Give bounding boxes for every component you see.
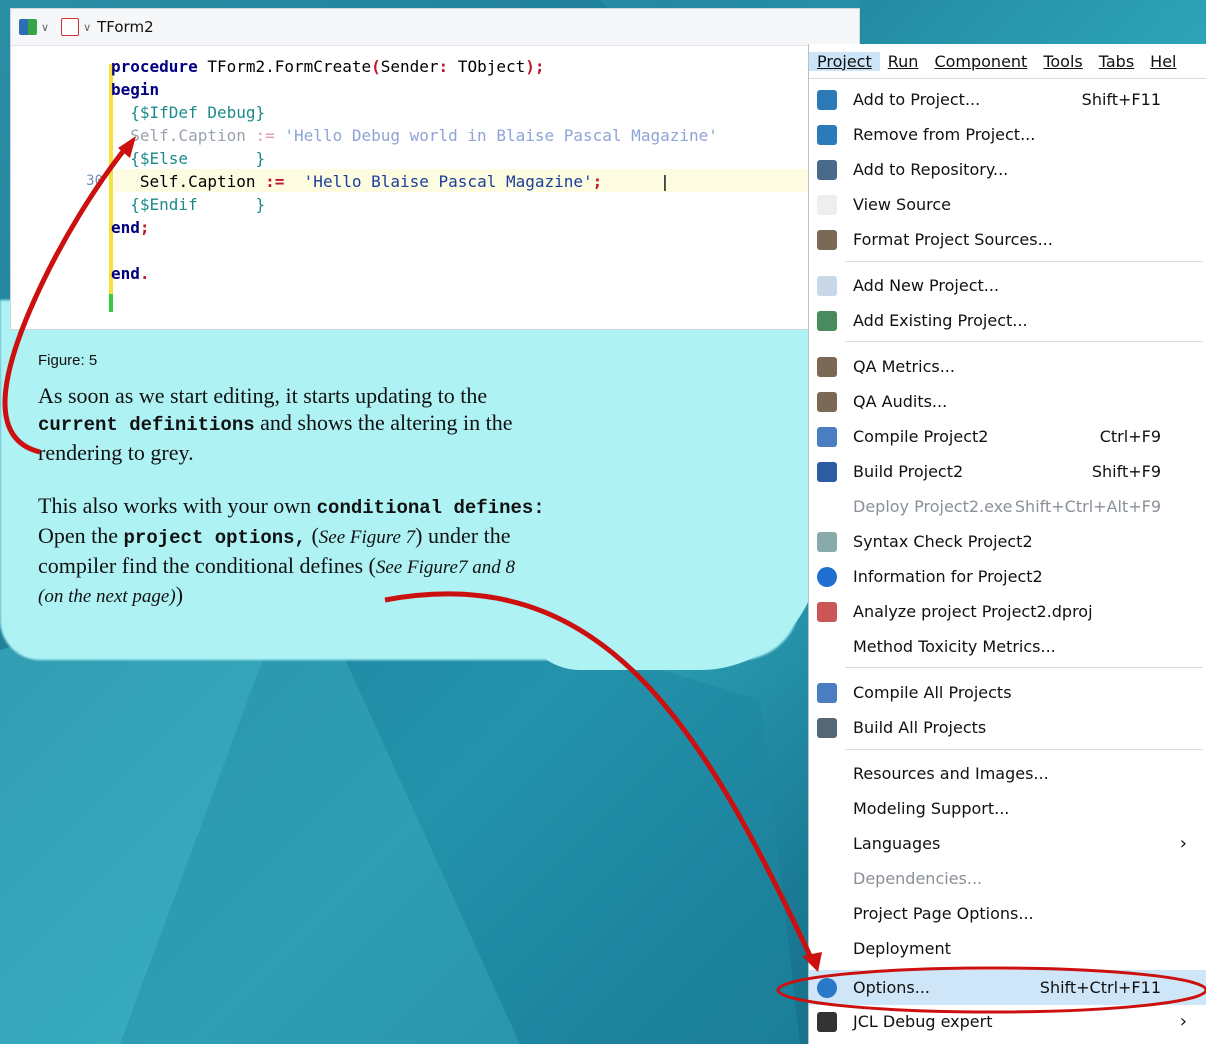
annotation-arrows <box>2 136 1206 1014</box>
